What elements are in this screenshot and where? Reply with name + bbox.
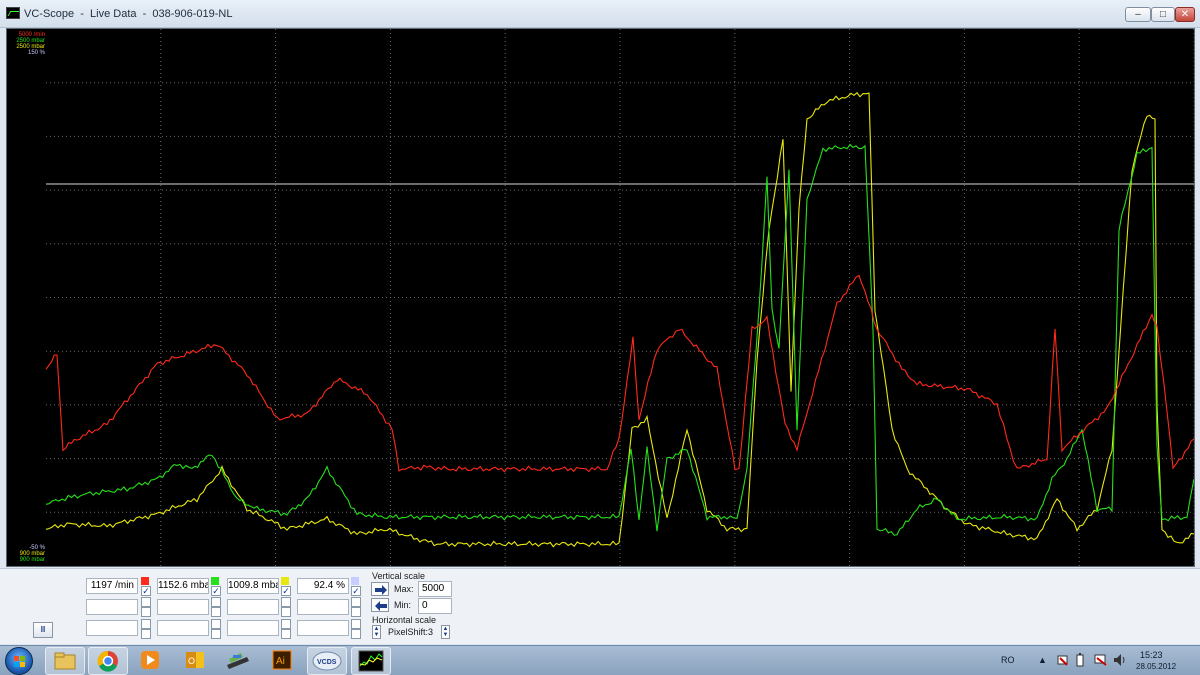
channel-6-checkbox-b[interactable]	[211, 607, 221, 617]
maximize-button[interactable]: □	[1151, 7, 1175, 22]
channel-8-checkbox-b[interactable]	[351, 607, 361, 617]
horizontal-scale-title: Horizontal scale	[372, 615, 437, 625]
channel-3-checkbox[interactable]: ✓	[281, 586, 291, 596]
vc-scope-icon[interactable]	[351, 647, 391, 675]
trace-mbar-yellow	[45, 92, 1194, 548]
pixelshift-spinner-right[interactable]: ▲ ▼	[441, 625, 450, 639]
min-label: Min:	[394, 600, 412, 610]
volume-icon[interactable]	[1113, 653, 1127, 667]
outlook-icon[interactable]: O	[176, 647, 216, 675]
channel-3-value: 1009.8 mbar	[227, 578, 279, 594]
scanner-icon[interactable]	[219, 647, 259, 675]
channel-12-checkbox-b[interactable]	[351, 629, 361, 639]
channel-12-checkbox[interactable]	[351, 619, 361, 629]
max-input[interactable]: 5000	[418, 581, 452, 597]
tray-show-hidden-icon[interactable]: ▲	[1038, 655, 1047, 665]
channel-10-checkbox-b[interactable]	[211, 629, 221, 639]
channel-4-value: 92.4 %	[297, 578, 349, 594]
arrow-right-icon	[375, 585, 387, 595]
channel-12-value	[297, 620, 349, 636]
svg-text:O: O	[188, 656, 195, 666]
channel-6-checkbox[interactable]	[211, 597, 221, 607]
scale-up-button[interactable]	[371, 582, 389, 596]
channel-4-color	[351, 577, 359, 585]
arrow-left-icon	[375, 601, 387, 611]
channel-6-value	[157, 599, 209, 615]
explorer-icon[interactable]	[45, 647, 85, 675]
trace-mbar-green	[45, 143, 1194, 536]
channel-9-checkbox-b[interactable]	[141, 629, 151, 639]
channel-1-checkbox[interactable]: ✓	[141, 586, 151, 596]
svg-text:Ai: Ai	[276, 656, 285, 667]
channel-7-value	[227, 599, 279, 615]
start-button[interactable]	[5, 647, 33, 675]
channel-4-checkbox[interactable]: ✓	[351, 586, 361, 596]
channel-1-color	[141, 577, 149, 585]
network-icon[interactable]	[1094, 654, 1108, 666]
min-input[interactable]: 0	[418, 598, 452, 614]
channel-5-checkbox-b[interactable]	[141, 607, 151, 617]
channel-2-color	[211, 577, 219, 585]
illustrator-icon[interactable]: Ai	[263, 647, 303, 675]
channel-10-checkbox[interactable]	[211, 619, 221, 629]
vcds-icon[interactable]: VCDS	[307, 647, 347, 675]
chrome-icon[interactable]	[88, 647, 128, 675]
close-button[interactable]: ✕	[1175, 7, 1195, 22]
clock-date[interactable]: 28.05.2012	[1136, 662, 1176, 671]
channel-2-checkbox[interactable]: ✓	[211, 586, 221, 596]
scale-min-mbar-green: 900 mbar	[19, 557, 45, 563]
channel-10-value	[157, 620, 209, 636]
windows-logo-icon	[14, 656, 25, 667]
grid	[46, 29, 1194, 566]
channel-5-value	[86, 599, 138, 615]
minimize-button[interactable]: –	[1125, 7, 1151, 22]
language-indicator[interactable]: RO	[1001, 655, 1015, 665]
scope-display: 5000 /min 2500 mbar 2500 mbar 150 % -50 …	[6, 28, 1195, 567]
channel-7-checkbox-b[interactable]	[281, 607, 291, 617]
channel-7-checkbox[interactable]	[281, 597, 291, 607]
battery-icon[interactable]	[1076, 653, 1084, 667]
vc-scope-window: VC-Scope - Live Data - 038-906-019-NL – …	[0, 0, 1200, 675]
channel-2-value: 1152.6 mbar	[157, 578, 209, 594]
scope-plot	[45, 29, 1194, 566]
control-panel: 1197 /min ✓ 1152.6 mbar ✓ 1009.8 mbar ✓ …	[0, 568, 1200, 644]
channel-1-value: 1197 /min	[86, 578, 138, 594]
channel-11-value	[227, 620, 279, 636]
svg-text:VCDS: VCDS	[317, 659, 337, 666]
scale-down-button[interactable]	[371, 598, 389, 612]
app-icon	[6, 7, 20, 19]
channel-11-checkbox[interactable]	[281, 619, 291, 629]
max-label: Max:	[394, 584, 414, 594]
scale-max-percent: 150 %	[27, 50, 45, 56]
media-player-icon[interactable]	[131, 647, 171, 675]
channel-8-value	[297, 599, 349, 615]
channel-8-checkbox[interactable]	[351, 597, 361, 607]
channel-11-checkbox-b[interactable]	[281, 629, 291, 639]
taskbar: O Ai VCDS RO ▲ 15:23 28.05.2012	[0, 645, 1200, 675]
window-title: VC-Scope - Live Data - 038-906-019-NL	[24, 8, 233, 20]
pixelshift-spinner-left[interactable]: ▲ ▼	[372, 625, 381, 639]
channel-9-checkbox[interactable]	[141, 619, 151, 629]
vertical-scale-title: Vertical scale	[372, 571, 426, 581]
channel-3-color	[281, 577, 289, 585]
action-center-icon[interactable]	[1057, 654, 1069, 666]
pixelshift-label: PixelShift:3	[388, 627, 434, 637]
pause-button[interactable]: II	[33, 622, 53, 638]
channel-5-checkbox[interactable]	[141, 597, 151, 607]
clock-time[interactable]: 15:23	[1140, 650, 1163, 660]
title-bar[interactable]: VC-Scope - Live Data - 038-906-019-NL – …	[0, 0, 1200, 28]
channel-9-value	[86, 620, 138, 636]
